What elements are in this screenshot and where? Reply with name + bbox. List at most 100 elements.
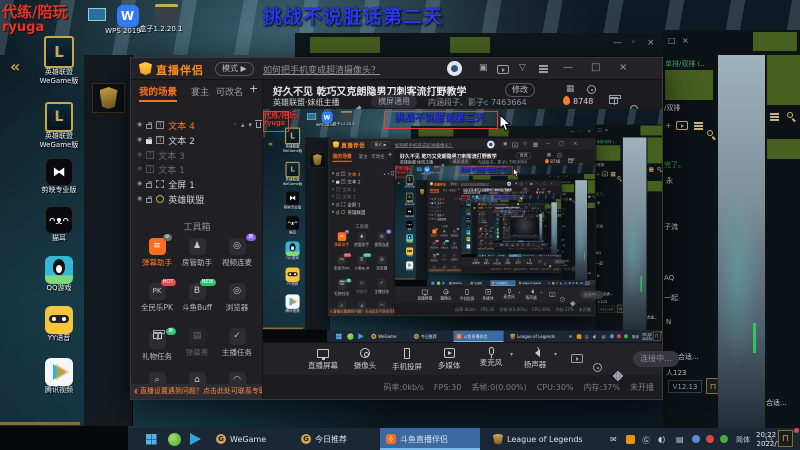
tab-scene-2[interactable]: 宴主: [443, 188, 448, 192]
desktop-icon-yy[interactable]: YY语音: [496, 231, 500, 235]
gold-lock-icon[interactable]: ⊓: [652, 331, 661, 341]
taskbar-button-league[interactable]: League of Legends: [487, 428, 599, 450]
visibility-icon[interactable]: ◉: [332, 210, 335, 213]
minimize-button[interactable]: —: [545, 141, 550, 147]
start-button[interactable]: [479, 254, 480, 256]
settings-icon[interactable]: ◦: [553, 176, 554, 179]
minimize-icon[interactable]: —: [613, 38, 622, 48]
desktop-icon-yy[interactable]: YY语音: [466, 237, 472, 242]
tray-person-icon[interactable]: [609, 334, 614, 339]
preview-content[interactable]: 代练/陪玩 ryuga W WPS 2019 盒子1.2.20.1 挑战不说脏话…: [460, 194, 562, 258]
minimize-button[interactable]: —: [536, 182, 539, 185]
folder-icon[interactable]: [564, 197, 568, 201]
tab-rename[interactable]: 可改名: [371, 153, 385, 160]
source-row[interactable]: ◉ 英雄联盟: [137, 192, 261, 206]
source-name[interactable]: 英雄联盟: [482, 221, 487, 223]
source-name[interactable]: 英雄联盟: [437, 217, 446, 221]
tool-pk[interactable]: PK HOT 全民乐PK: [429, 240, 439, 249]
lock-icon[interactable]: [336, 171, 340, 176]
record-dot-icon[interactable]: [543, 262, 547, 266]
support-notice[interactable]: ◖ 直播设置遇到问题？点击此处可联系专职客服: [477, 247, 494, 251]
tray-mail-icon[interactable]: ✉: [569, 334, 572, 339]
toolbar-screen-capture[interactable]: 直播屏幕: [303, 347, 343, 371]
start-button[interactable]: [431, 281, 435, 285]
tool-gift-task[interactable]: 新 礼物任务: [137, 328, 177, 362]
lock-icon[interactable]: [479, 221, 481, 223]
avatar[interactable]: [447, 61, 462, 76]
chevron-down-icon[interactable]: ▾: [554, 351, 557, 358]
search-icon[interactable]: [592, 195, 595, 198]
source-name[interactable]: 文本 1: [342, 193, 355, 200]
close-icon[interactable]: ×: [605, 128, 608, 133]
source-name[interactable]: 文本 1: [158, 163, 185, 176]
source-name[interactable]: 全屏 1: [347, 201, 360, 207]
move-up-icon[interactable]: ▴: [455, 198, 456, 200]
tool-mod-helper[interactable]: ♟ 房管助手: [439, 229, 449, 237]
tray-network-icon[interactable]: ▤: [676, 435, 684, 444]
toolbar-speaker[interactable]: 扬声器 ▾: [521, 289, 543, 301]
mode-pill-button[interactable]: 模式 ▶: [370, 141, 391, 149]
desktop-icon-box[interactable]: 盒子1.2.20.1: [430, 166, 441, 175]
monitor-shortcut-icon[interactable]: [416, 167, 422, 172]
visibility-icon[interactable]: ◉: [137, 166, 142, 172]
filter-icon[interactable]: ▽: [523, 142, 526, 147]
search-icon[interactable]: [560, 210, 561, 212]
desktop-icon-capcut[interactable]: ⧓ 剪映专业版: [284, 190, 306, 210]
start-button[interactable]: [146, 434, 156, 444]
tab-my-scenes[interactable]: 我的场景: [502, 216, 506, 218]
desktop-icon-tencent-video[interactable]: 腾讯视频: [466, 244, 472, 249]
edit-pencil-icon[interactable]: [440, 159, 445, 167]
toolbar-phone-cast[interactable]: 手机投屏: [492, 258, 502, 265]
feedback-icon[interactable]: ▣: [479, 63, 488, 73]
toolbar-media[interactable]: 多媒体: [515, 242, 520, 246]
toolbar-webcam[interactable]: 摄像头: [345, 347, 385, 371]
visibility-icon[interactable]: ◉: [429, 214, 430, 216]
desktop-icon-tencent-video[interactable]: 腾讯视频: [285, 294, 306, 313]
list-icon[interactable]: [569, 198, 572, 200]
minimize-icon[interactable]: —: [570, 129, 575, 134]
desktop-icon-qqgame[interactable]: QQ游戏: [406, 234, 416, 244]
source-name[interactable]: 英雄联盟: [168, 193, 204, 206]
settings-icon[interactable]: ◦: [579, 129, 582, 134]
source-row[interactable]: ◉ 英雄联盟: [503, 223, 511, 225]
toolbar-screen-capture[interactable]: 直播屏幕: [471, 258, 481, 265]
connect-button[interactable]: 连接中...: [633, 351, 679, 367]
add-scene-button[interactable]: +: [249, 82, 258, 95]
antivirus-tray-icon[interactable]: [437, 281, 441, 286]
source-settings-icon[interactable]: ◦: [380, 172, 382, 176]
lock-icon[interactable]: [146, 121, 153, 129]
tab-my-scenes[interactable]: 我的场景: [332, 152, 352, 162]
capture-preview[interactable]: 代练/陪玩 ryuga W WPS 2019 盒子1.2.20.1 挑战不说脏话…: [394, 165, 595, 287]
tab-scene-2[interactable]: 宴主: [485, 206, 487, 208]
delete-icon[interactable]: [255, 120, 262, 128]
close-icon[interactable]: ×: [557, 176, 559, 179]
wegame-play-icon[interactable]: [442, 281, 446, 285]
source-row-selected[interactable]: ◉ T 文本 4 ◦ ▴ ▾: [137, 118, 262, 132]
desktop-icon-maoer[interactable]: ᴖᴥᴖ 猫耳: [45, 206, 85, 243]
tab-my-scenes[interactable]: 我的场景: [429, 188, 440, 193]
tool-danmu-helper[interactable]: ≡ ⚙ 弹幕助手: [332, 230, 352, 248]
replay-icon[interactable]: [549, 292, 556, 297]
toolbar-speaker[interactable]: 扬声器 ▾: [515, 347, 557, 370]
tool-pk[interactable]: PK HOT 全民乐PK: [137, 279, 177, 313]
capture-preview[interactable]: 代练/陪玩 ryuga W WPS 2019 盒子1.2.20.1 挑战不说脏话…: [494, 209, 545, 243]
tray-green-icon[interactable]: [575, 282, 578, 285]
help-link[interactable]: 如何把手机变成超清摄像头？: [395, 142, 454, 148]
visibility-icon[interactable]: ◉: [332, 202, 335, 206]
preview-content[interactable]: 代练/陪玩 ryuga W WPS 2019 盒子1.2.20.1 挑战不说脏话…: [394, 165, 595, 287]
tool-buff[interactable]: B NEW 斗鱼Buff: [177, 279, 217, 313]
source-row[interactable]: ◉ 英雄联盟: [429, 217, 460, 221]
tool-browser[interactable]: ◎ 浏览器: [217, 283, 257, 313]
desktop-icon-tencent-video[interactable]: 腾讯视频: [45, 358, 85, 395]
maximize-icon[interactable]: □: [598, 128, 602, 133]
desktop-icon-box[interactable]: 盒子1.2.20.1: [478, 195, 484, 199]
visibility-icon[interactable]: ◉: [332, 172, 335, 175]
ime-indicator[interactable]: 简体: [736, 435, 750, 445]
lock-icon[interactable]: [336, 210, 340, 214]
desktop-icon-qqgame[interactable]: QQ游戏: [45, 256, 85, 293]
add-friend-icon[interactable]: +: [665, 121, 672, 130]
list-icon[interactable]: [694, 125, 703, 127]
app-titlebar[interactable]: 直播伴侣 模式 ▶ 如何把手机变成超清摄像头？ ▣ ▽ — □ ×: [131, 58, 662, 80]
tool-video-link[interactable]: ◎新 视频连麦: [372, 230, 392, 248]
menu-icon[interactable]: [539, 68, 548, 70]
